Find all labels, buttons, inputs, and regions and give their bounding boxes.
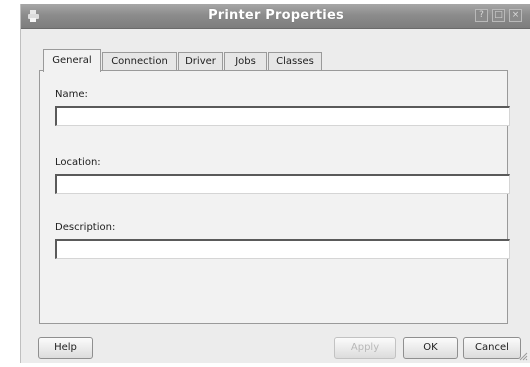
- close-button[interactable]: ×: [509, 9, 522, 22]
- apply-button[interactable]: Apply: [334, 337, 396, 359]
- help-title-button[interactable]: ?: [475, 9, 488, 22]
- tab-driver[interactable]: Driver: [178, 52, 223, 70]
- location-label: Location:: [55, 157, 101, 168]
- resize-grip-icon[interactable]: [518, 351, 528, 361]
- location-field[interactable]: [55, 174, 510, 194]
- tab-connection[interactable]: Connection: [102, 52, 177, 70]
- tab-general[interactable]: General: [43, 49, 101, 72]
- cancel-button[interactable]: Cancel: [463, 337, 521, 359]
- help-button[interactable]: Help: [38, 337, 93, 359]
- name-field[interactable]: [55, 106, 510, 126]
- name-label: Name:: [55, 89, 88, 100]
- window-title: Printer Properties: [208, 8, 344, 23]
- tab-jobs[interactable]: Jobs: [224, 52, 267, 70]
- printer-properties-dialog: Printer Properties ? □ × General Connect…: [20, 4, 530, 363]
- tab-classes[interactable]: Classes: [268, 52, 322, 70]
- ok-button[interactable]: OK: [403, 337, 458, 359]
- title-bar[interactable]: Printer Properties ? □ ×: [21, 4, 530, 29]
- maximize-button[interactable]: □: [492, 9, 505, 22]
- description-label: Description:: [55, 222, 116, 233]
- description-field[interactable]: [55, 239, 510, 259]
- general-tab-panel: Name: Location: Description:: [39, 70, 510, 324]
